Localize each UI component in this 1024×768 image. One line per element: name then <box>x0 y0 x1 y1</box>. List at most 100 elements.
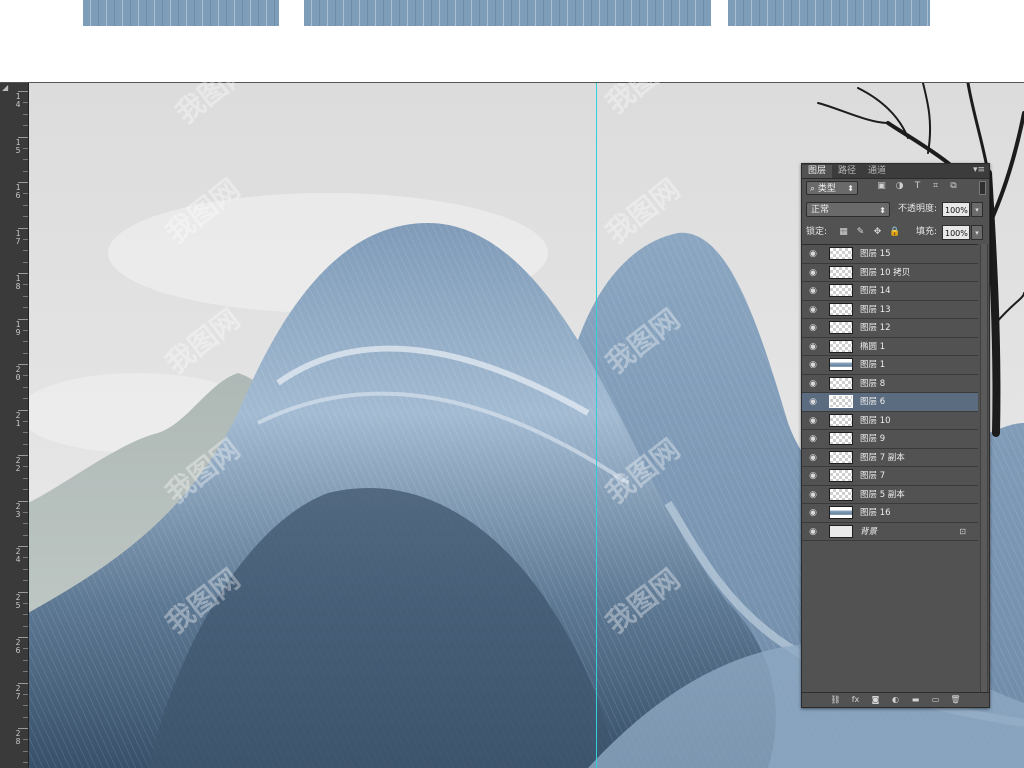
new-layer-icon[interactable]: ▭ <box>930 694 942 706</box>
layer-thumbnail[interactable] <box>829 284 853 297</box>
layer-style-fx-icon[interactable]: fx <box>850 694 862 706</box>
visibility-eye-icon[interactable]: ◉ <box>808 490 818 500</box>
visibility-eye-icon[interactable]: ◉ <box>808 342 818 352</box>
layer-name[interactable]: 图层 10 拷贝 <box>860 264 910 282</box>
smart-object-filter-icon[interactable]: ⧉ <box>948 181 959 192</box>
layer-row[interactable]: ◉ 图层 14 <box>802 282 978 301</box>
layer-thumbnail[interactable] <box>829 395 853 408</box>
lock-position-icon[interactable]: ✥ <box>872 226 883 238</box>
panel-menu-icon[interactable]: ▾≡ <box>973 165 985 175</box>
pixel-filter-icon[interactable]: ▣ <box>876 181 887 192</box>
scrollbar-thumb[interactable] <box>981 244 987 692</box>
layer-thumbnail[interactable] <box>829 413 853 427</box>
visibility-eye-icon[interactable]: ◉ <box>808 249 818 259</box>
visibility-eye-icon[interactable]: ◉ <box>808 360 818 370</box>
layer-name[interactable]: 图层 1 <box>860 356 885 374</box>
new-group-icon[interactable]: ▬ <box>910 694 922 706</box>
visibility-eye-icon[interactable]: ◉ <box>808 471 818 481</box>
layer-row[interactable]: ◉ 图层 6 <box>802 393 978 412</box>
ruler-minor-tick <box>23 159 28 161</box>
layer-name[interactable]: 图层 9 <box>860 430 885 448</box>
layer-thumbnail[interactable] <box>829 302 853 316</box>
layer-thumbnail[interactable] <box>829 358 853 371</box>
tab-layers[interactable]: 图层 <box>802 165 833 178</box>
filter-toggle-switch[interactable] <box>979 181 986 195</box>
layer-thumbnail[interactable] <box>829 487 853 501</box>
visibility-eye-icon[interactable]: ◉ <box>808 268 818 278</box>
cyan-guide-line[interactable] <box>596 83 597 768</box>
shape-filter-icon[interactable]: ⌗ <box>930 181 941 192</box>
layer-list-scrollbar[interactable] <box>980 244 988 692</box>
layer-row[interactable]: ◉ 图层 10 拷贝 <box>802 264 978 282</box>
layer-name[interactable]: 图层 8 <box>860 375 885 393</box>
layers-panel[interactable]: 图层 路径 通道 ▾≡ ⌕ 类型 ⬍ ▣ ◑ T ⌗ ⧉ 正常 ⬍ 不透明度: … <box>801 163 990 708</box>
layer-thumbnail[interactable] <box>829 376 853 390</box>
vertical-ruler[interactable]: ◢ 1 41 51 61 71 81 92 02 12 22 32 42 52 … <box>0 83 29 768</box>
layer-thumbnail[interactable] <box>829 506 853 519</box>
layer-name[interactable]: 图层 10 <box>860 412 891 430</box>
tab-channels[interactable]: 通道 <box>862 165 892 178</box>
layer-name[interactable]: 图层 13 <box>860 301 891 319</box>
layer-thumbnail[interactable] <box>829 265 853 279</box>
layer-name[interactable]: 图层 7 副本 <box>860 449 905 467</box>
layer-row[interactable]: ◉ 椭圆 1 <box>802 338 978 356</box>
layer-list[interactable]: ◉ 图层 15 ◉ 图层 10 拷贝 ◉ 图层 14 ◉ 图层 13 ◉ 图层 12 ◉ 椭圆 1 ◉ 图… <box>802 244 978 693</box>
fill-dropdown-icon[interactable]: ▾ <box>971 225 983 240</box>
layer-filter-row: ⌕ 类型 ⬍ ▣ ◑ T ⌗ ⧉ <box>806 181 986 197</box>
layer-thumbnail[interactable] <box>829 469 853 482</box>
lock-transparency-icon[interactable]: ▦ <box>838 226 849 238</box>
visibility-eye-icon[interactable]: ◉ <box>808 397 818 407</box>
layer-name[interactable]: 图层 5 副本 <box>860 486 905 504</box>
layer-thumbnail[interactable] <box>829 247 853 260</box>
layer-thumbnail[interactable] <box>829 339 853 353</box>
layer-row[interactable]: ◉ 背景 ⊡ <box>802 523 978 541</box>
fill-input[interactable]: 100% <box>942 225 970 240</box>
visibility-eye-icon[interactable]: ◉ <box>808 305 818 315</box>
layer-name[interactable]: 椭圆 1 <box>860 338 885 356</box>
ruler-label: 2 5 <box>15 592 21 610</box>
adjustment-layer-icon[interactable]: ◐ <box>890 694 902 706</box>
layer-row[interactable]: ◉ 图层 1 <box>802 356 978 375</box>
layer-name[interactable]: 图层 15 <box>860 245 891 263</box>
layer-row[interactable]: ◉ 图层 10 <box>802 412 978 430</box>
layer-name[interactable]: 图层 6 <box>860 393 885 411</box>
layer-name[interactable]: 背景 <box>860 523 877 541</box>
visibility-eye-icon[interactable]: ◉ <box>808 416 818 426</box>
layer-name[interactable]: 图层 7 <box>860 467 885 485</box>
filter-kind-select[interactable]: ⌕ 类型 ⬍ <box>806 181 858 195</box>
layer-name[interactable]: 图层 16 <box>860 504 891 522</box>
layer-row[interactable]: ◉ 图层 7 副本 <box>802 449 978 467</box>
tab-paths[interactable]: 路径 <box>832 165 862 178</box>
delete-layer-icon[interactable]: 🗑 <box>950 694 962 706</box>
layer-name[interactable]: 图层 14 <box>860 282 891 300</box>
adjustment-filter-icon[interactable]: ◑ <box>894 181 905 192</box>
opacity-dropdown-icon[interactable]: ▾ <box>971 202 983 217</box>
add-mask-icon[interactable]: ◙ <box>870 694 882 706</box>
layer-row[interactable]: ◉ 图层 12 <box>802 319 978 338</box>
layer-row[interactable]: ◉ 图层 16 <box>802 504 978 523</box>
layer-thumbnail[interactable] <box>829 321 853 334</box>
layer-row[interactable]: ◉ 图层 7 <box>802 467 978 486</box>
layer-row[interactable]: ◉ 图层 13 <box>802 301 978 319</box>
layer-thumbnail[interactable] <box>829 432 853 445</box>
type-filter-icon[interactable]: T <box>912 181 923 192</box>
visibility-eye-icon[interactable]: ◉ <box>808 379 818 389</box>
blend-mode-select[interactable]: 正常 ⬍ <box>806 202 890 217</box>
opacity-input[interactable]: 100% <box>942 202 970 217</box>
layer-row[interactable]: ◉ 图层 15 <box>802 245 978 264</box>
visibility-eye-icon[interactable]: ◉ <box>808 286 818 296</box>
layer-row[interactable]: ◉ 图层 8 <box>802 375 978 393</box>
lock-all-icon[interactable]: 🔒 <box>889 226 900 238</box>
link-layers-icon[interactable]: ⛓ <box>830 694 842 706</box>
visibility-eye-icon[interactable]: ◉ <box>808 434 818 444</box>
layer-name[interactable]: 图层 12 <box>860 319 891 337</box>
visibility-eye-icon[interactable]: ◉ <box>808 323 818 333</box>
visibility-eye-icon[interactable]: ◉ <box>808 527 818 537</box>
visibility-eye-icon[interactable]: ◉ <box>808 453 818 463</box>
layer-thumbnail[interactable] <box>829 524 853 538</box>
layer-thumbnail[interactable] <box>829 450 853 464</box>
layer-row[interactable]: ◉ 图层 9 <box>802 430 978 449</box>
visibility-eye-icon[interactable]: ◉ <box>808 508 818 518</box>
layer-row[interactable]: ◉ 图层 5 副本 <box>802 486 978 504</box>
lock-pixels-icon[interactable]: ✎ <box>855 226 866 238</box>
